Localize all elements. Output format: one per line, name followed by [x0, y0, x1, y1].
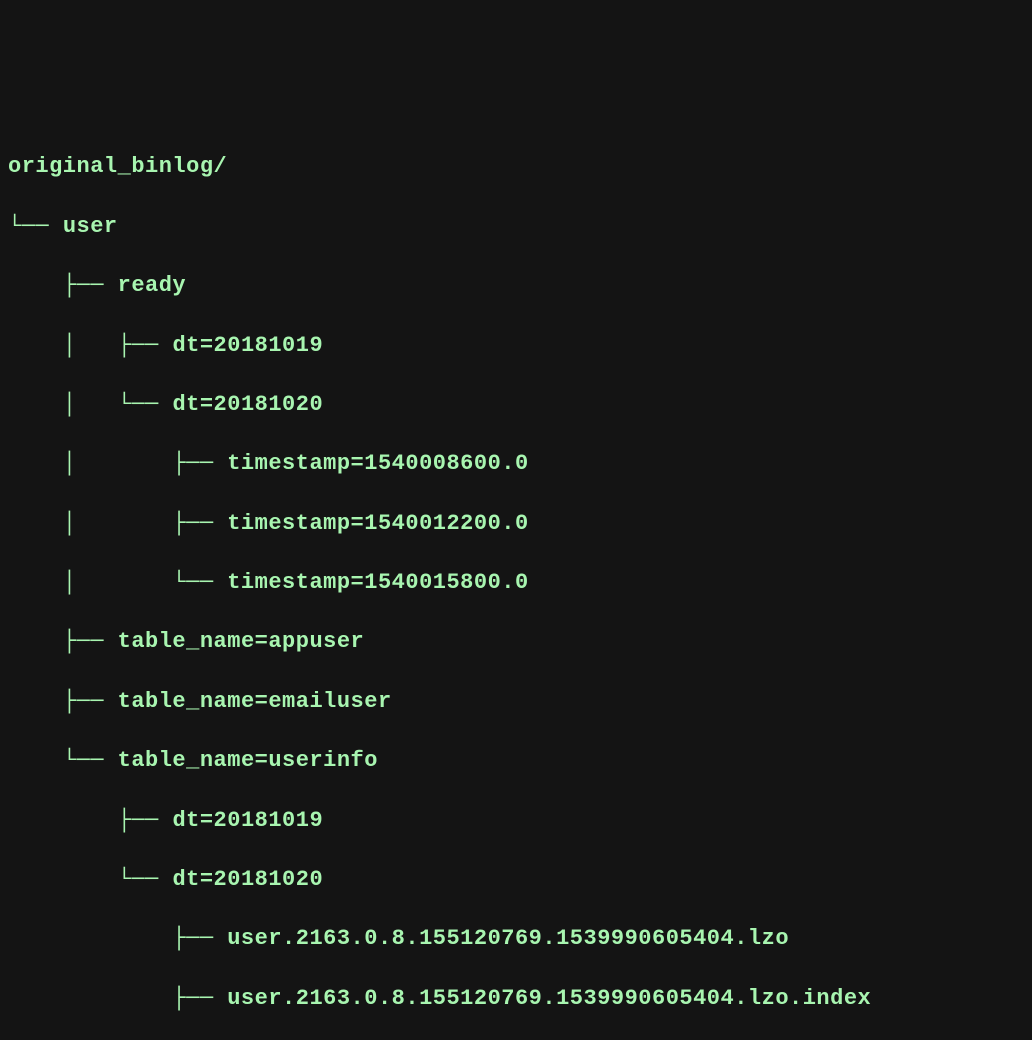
dir-name: timestamp=1540008600.0 [227, 451, 528, 476]
dir-name: dt=20181020 [172, 392, 323, 417]
tree-node-userinfo-dt2: └── dt=20181020 [8, 865, 1024, 895]
tree-prefix: ├── [8, 273, 118, 298]
tree-node-ts2: │ ├── timestamp=1540012200.0 [8, 509, 1024, 539]
tree-prefix: │ ├── [8, 511, 227, 536]
tree-prefix: │ └── [8, 570, 227, 595]
tree-node-ts1: │ ├── timestamp=1540008600.0 [8, 449, 1024, 479]
dir-name: timestamp=1540012200.0 [227, 511, 528, 536]
tree-node-user: └── user [8, 212, 1024, 242]
dir-name: table_name=emailuser [118, 689, 392, 714]
tree-prefix: ├── [8, 808, 172, 833]
tree-node-table-userinfo: └── table_name=userinfo [8, 746, 1024, 776]
tree-prefix: └── [8, 867, 172, 892]
tree-node-file2: ├── user.2163.0.8.155120769.153999060540… [8, 984, 1024, 1014]
dir-name: dt=20181019 [172, 808, 323, 833]
tree-prefix: └── [8, 214, 63, 239]
tree-node-ready-dt1: │ ├── dt=20181019 [8, 331, 1024, 361]
tree-prefix: │ ├── [8, 451, 227, 476]
dir-name: user [63, 214, 118, 239]
dir-name: table_name=userinfo [118, 748, 378, 773]
tree-node-ready: ├── ready [8, 271, 1024, 301]
tree-output: original_binlog/ └── user ├── ready │ ├─… [8, 123, 1024, 1040]
tree-node-ready-dt2: │ └── dt=20181020 [8, 390, 1024, 420]
dir-name: dt=20181020 [172, 867, 323, 892]
file-name: user.2163.0.8.155120769.1539990605404.lz… [227, 986, 871, 1011]
tree-prefix: └── [8, 748, 118, 773]
dir-name: ready [118, 273, 187, 298]
tree-prefix: │ ├── [8, 333, 172, 358]
file-name: user.2163.0.8.155120769.1539990605404.lz… [227, 926, 789, 951]
dir-name: table_name=appuser [118, 629, 365, 654]
tree-prefix: ├── [8, 926, 227, 951]
tree-prefix: │ └── [8, 392, 172, 417]
tree-prefix: ├── [8, 629, 118, 654]
tree-root: original_binlog/ [8, 152, 1024, 182]
tree-prefix: ├── [8, 986, 227, 1011]
tree-node-file1: ├── user.2163.0.8.155120769.153999060540… [8, 924, 1024, 954]
tree-node-table-emailuser: ├── table_name=emailuser [8, 687, 1024, 717]
dir-name: timestamp=1540015800.0 [227, 570, 528, 595]
tree-node-userinfo-dt1: ├── dt=20181019 [8, 806, 1024, 836]
root-dir: original_binlog/ [8, 154, 227, 179]
tree-node-ts3: │ └── timestamp=1540015800.0 [8, 568, 1024, 598]
tree-prefix: ├── [8, 689, 118, 714]
tree-node-table-appuser: ├── table_name=appuser [8, 627, 1024, 657]
dir-name: dt=20181019 [172, 333, 323, 358]
